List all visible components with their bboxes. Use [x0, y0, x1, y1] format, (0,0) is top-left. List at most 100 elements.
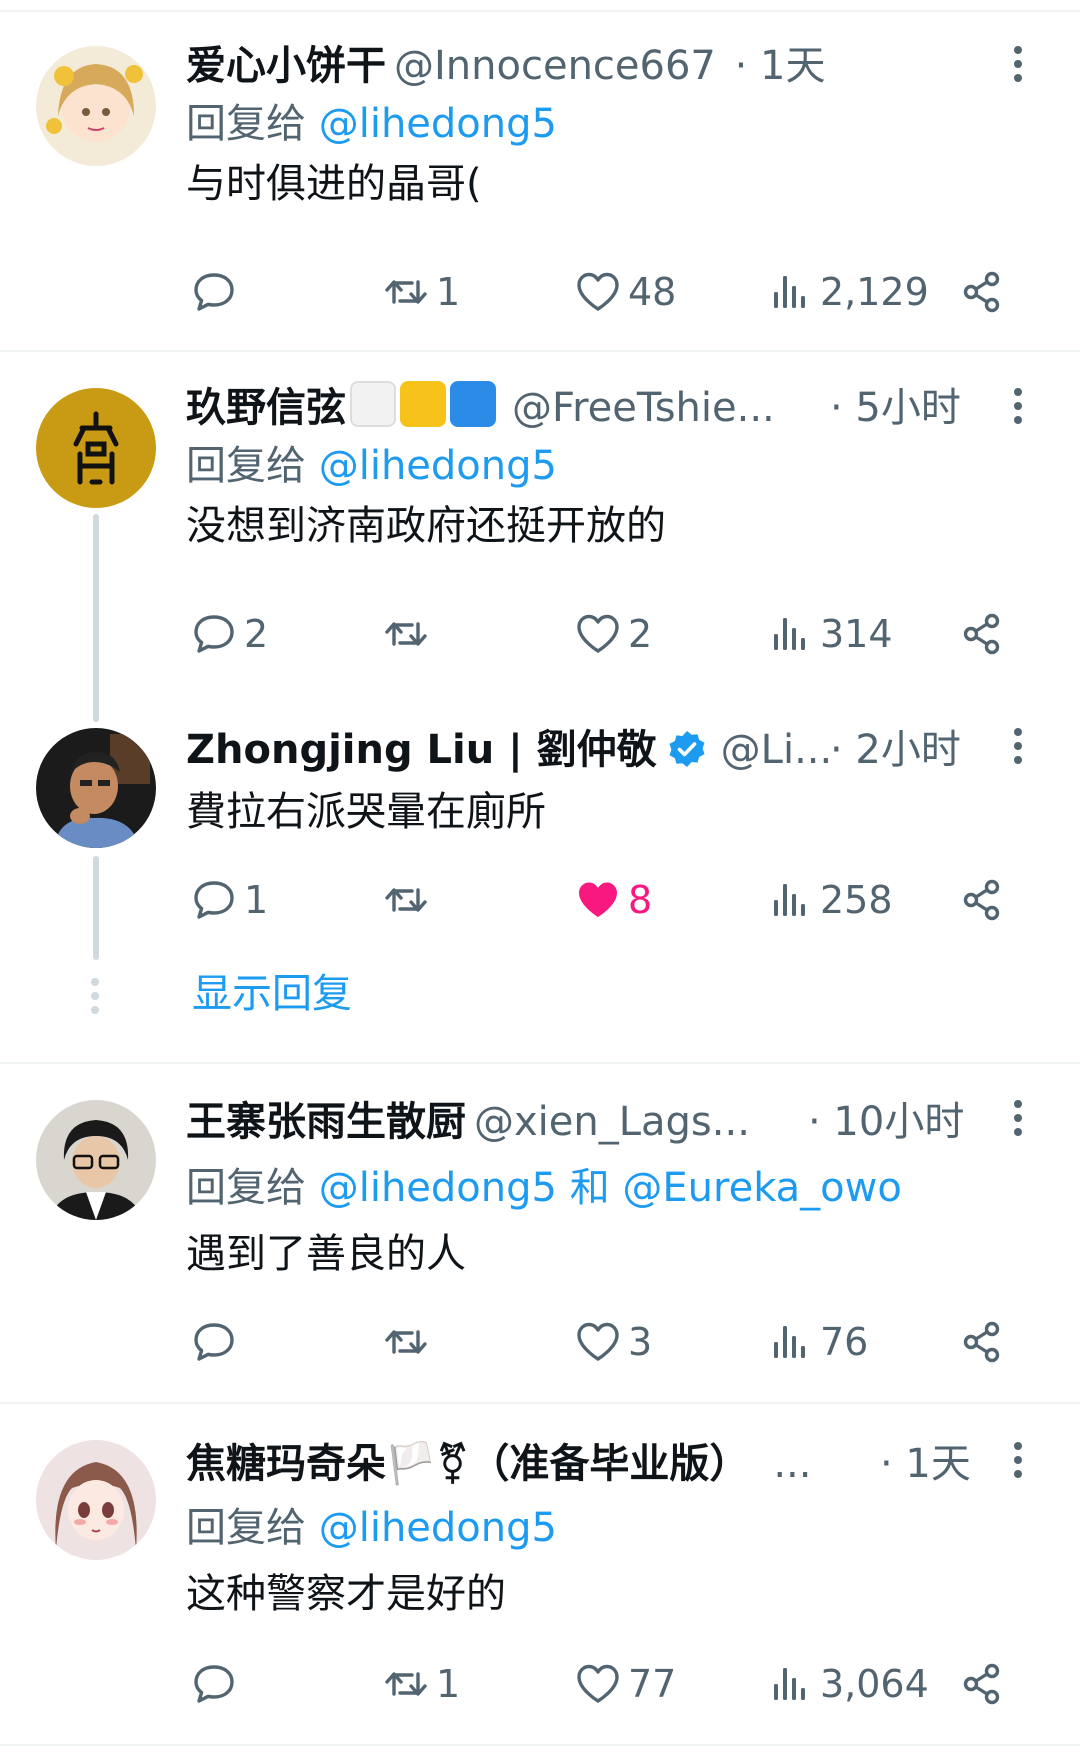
timestamp[interactable]: · 10小时 — [808, 1094, 964, 1150]
share-button[interactable] — [958, 262, 1006, 322]
timestamp[interactable]: · 1天 — [880, 1436, 971, 1492]
share-button[interactable] — [958, 870, 1006, 930]
timestamp[interactable]: · 1天 — [735, 43, 826, 89]
views-button[interactable]: 3,064 — [766, 1654, 929, 1714]
retweet-button[interactable] — [382, 870, 436, 930]
more-icon[interactable] — [1008, 388, 1028, 432]
more-icon[interactable] — [1008, 1442, 1028, 1486]
handle[interactable]: @FreeTshie... — [512, 385, 775, 431]
display-name[interactable]: 爱心小饼干 — [186, 43, 386, 89]
show-replies-link[interactable]: 显示回复 — [192, 966, 352, 1022]
views-icon — [774, 276, 805, 308]
display-name[interactable]: 焦糖玛奇朵🏳️⚧（准备毕业版） — [186, 1441, 749, 1487]
views-button[interactable]: 76 — [766, 1312, 868, 1372]
tweet-text: 没想到济南政府还挺开放的 — [186, 503, 666, 549]
divider — [0, 350, 1080, 352]
handle[interactable]: @xien_Lags... — [474, 1099, 750, 1145]
like-count: 48 — [628, 270, 677, 314]
views-button[interactable]: 258 — [766, 870, 893, 930]
reply-context: 回复给 @lihedong5 — [186, 438, 557, 494]
avatar[interactable] — [36, 1440, 156, 1560]
blue-square-icon — [450, 381, 496, 427]
display-name[interactable]: Zhongjing Liu | 劉仲敬 — [186, 727, 657, 773]
handle[interactable]: @Li... — [721, 727, 833, 773]
share-icon — [963, 613, 1000, 655]
share-icon — [963, 271, 1000, 313]
share-button[interactable] — [958, 1654, 1006, 1714]
reply-and: 和 — [569, 1165, 610, 1211]
white-square-icon — [350, 381, 396, 427]
avatar[interactable] — [36, 1100, 156, 1220]
reply-button[interactable]: 1 — [190, 870, 268, 930]
like-button[interactable]: 77 — [574, 1654, 676, 1714]
retweet-icon — [385, 622, 427, 646]
thread-line — [93, 856, 99, 960]
retweet-count: 1 — [436, 1662, 461, 1706]
thread-dots — [90, 978, 100, 1020]
views-button[interactable]: 314 — [766, 604, 893, 664]
timestamp[interactable]: · 2小时 — [830, 722, 961, 778]
share-icon — [963, 1321, 1000, 1363]
reply-to-link-2[interactable]: @Eureka_owo — [622, 1165, 901, 1211]
views-button[interactable]: 2,129 — [766, 262, 929, 322]
reply-button[interactable] — [190, 1312, 244, 1372]
liked-heart-icon — [579, 882, 617, 917]
reply-button[interactable] — [190, 1654, 244, 1714]
tweet-text: 費拉右派哭暈在廁所 — [186, 789, 546, 835]
reply-prefix: 回复给 — [186, 101, 306, 147]
more-icon[interactable] — [1008, 46, 1028, 90]
more-icon[interactable] — [1008, 1100, 1028, 1144]
like-count: 2 — [628, 612, 653, 656]
like-button[interactable]: 8 — [574, 870, 652, 930]
tweet-header: 玖野信弦 @FreeTshie... — [186, 380, 775, 436]
reply-context: 回复给 @lihedong5 — [186, 96, 557, 152]
display-name[interactable]: 王寨张雨生散厨 — [186, 1099, 466, 1145]
retweet-button[interactable] — [382, 1312, 436, 1372]
reply-to-link[interactable]: @lihedong5 — [319, 1165, 557, 1211]
display-name[interactable]: 玖野信弦 — [186, 385, 346, 431]
retweet-icon — [385, 280, 427, 304]
reply-context: 回复给 @lihedong5 — [186, 1500, 557, 1556]
reply-icon — [194, 881, 234, 919]
like-button[interactable]: 3 — [574, 1312, 652, 1372]
reply-to-link[interactable]: @lihedong5 — [319, 1505, 557, 1551]
share-icon — [963, 1663, 1000, 1705]
share-button[interactable] — [958, 604, 1006, 664]
retweet-button[interactable]: 1 — [382, 262, 460, 322]
like-button[interactable]: 48 — [574, 262, 676, 322]
reply-to-link[interactable]: @lihedong5 — [319, 443, 557, 489]
reply-to-link[interactable]: @lihedong5 — [319, 101, 557, 147]
views-count: 76 — [820, 1320, 869, 1364]
like-icon — [577, 1322, 619, 1361]
handle[interactable]: ... — [773, 1441, 811, 1487]
avatar[interactable] — [36, 728, 156, 848]
like-count: 3 — [628, 1320, 653, 1364]
tweet-header: 爱心小饼干 @Innocence667 · 1天 — [186, 38, 825, 94]
like-icon — [577, 272, 619, 311]
views-icon — [774, 618, 805, 650]
views-count: 258 — [820, 878, 893, 922]
tweet-header: 王寨张雨生散厨 @xien_Lags... — [186, 1094, 750, 1150]
share-button[interactable] — [958, 1312, 1006, 1372]
retweet-icon — [385, 1330, 427, 1354]
divider — [0, 10, 1080, 12]
share-icon — [963, 879, 1000, 921]
avatar[interactable] — [36, 46, 156, 166]
reply-button[interactable]: 2 — [190, 604, 268, 664]
like-icon — [577, 1664, 619, 1703]
yellow-square-icon — [400, 381, 446, 427]
verified-badge-icon — [669, 731, 705, 767]
views-count: 2,129 — [820, 270, 929, 314]
handle[interactable]: @Innocence667 — [394, 43, 716, 89]
reply-button[interactable] — [190, 262, 244, 322]
divider — [0, 1062, 1080, 1064]
more-icon[interactable] — [1008, 728, 1028, 772]
views-count: 3,064 — [820, 1662, 929, 1706]
avatar[interactable] — [36, 388, 156, 508]
like-icon — [577, 614, 619, 653]
retweet-button[interactable] — [382, 604, 436, 664]
like-button[interactable]: 2 — [574, 604, 652, 664]
reply-count: 2 — [244, 612, 269, 656]
retweet-button[interactable]: 1 — [382, 1654, 460, 1714]
timestamp[interactable]: · 5小时 — [830, 380, 961, 436]
